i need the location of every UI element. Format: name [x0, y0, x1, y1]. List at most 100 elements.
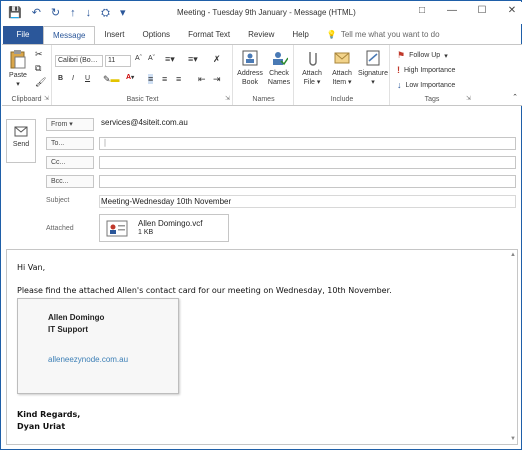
envelope-icon — [334, 52, 350, 64]
cut-icon[interactable]: ✂ — [35, 49, 43, 60]
font-color-icon[interactable]: A▾ — [126, 74, 134, 81]
flag-icon: ⚑ — [397, 50, 406, 60]
include-label: Include — [330, 96, 354, 103]
font-size-combo[interactable]: 11 — [105, 55, 131, 67]
low-importance-button[interactable]: ↓ Low Importance — [397, 80, 455, 90]
card-role: IT Support — [48, 325, 88, 334]
tags-launcher-icon[interactable]: ⇲ — [466, 95, 471, 102]
align-center-icon[interactable]: ≡ — [162, 74, 167, 84]
to-field-caret: ∣ — [103, 138, 107, 147]
bcc-button[interactable]: Bcc... — [46, 175, 94, 188]
down-arrow-icon[interactable]: ↓ — [86, 6, 92, 20]
body-scrollbar[interactable]: ▲ ▼ — [510, 252, 516, 442]
down-arrow-icon: ↓ — [397, 80, 402, 90]
from-value: services@4siteit.com.au — [101, 118, 188, 127]
follow-up-button[interactable]: ⚑ Follow Up ▾ — [397, 50, 448, 61]
tags-label: Tags — [424, 96, 440, 103]
basic-text-launcher-icon[interactable]: ⇲ — [225, 95, 230, 102]
include-group: Attach File ▾ Attach Item ▾ Signature ▾ I… — [295, 45, 390, 105]
scroll-down-icon[interactable]: ▼ — [510, 436, 516, 442]
tab-insert[interactable]: Insert — [95, 26, 133, 44]
clipboard-launcher-icon[interactable]: ⇲ — [44, 95, 49, 102]
attachment-chip[interactable]: Allen Domingo.vcf 1 KB — [99, 214, 229, 242]
check-names-button[interactable]: Check Names — [265, 49, 293, 87]
send-envelope-icon — [14, 126, 28, 137]
high-importance-button[interactable]: ! High Importance — [397, 65, 455, 75]
redo-icon[interactable]: ↻ — [51, 6, 60, 20]
more-icon[interactable]: ▾ — [120, 6, 126, 20]
close-icon[interactable]: ✕ — [506, 5, 518, 16]
send-button[interactable]: Send — [6, 119, 36, 163]
from-button[interactable]: From ▾ — [46, 118, 94, 131]
paste-icon — [10, 50, 26, 69]
grow-font-icon[interactable]: Aˆ — [135, 55, 142, 62]
tell-me-text: Tell me what you want to do — [340, 30, 440, 39]
minimize-icon[interactable]: — — [446, 5, 458, 16]
align-left-icon[interactable]: ≡ — [148, 74, 154, 84]
attached-label: Attached — [46, 225, 74, 232]
tab-options[interactable]: Options — [133, 26, 179, 44]
outlook-compose-window: 💾 ↶ ↻ ↑ ↓ ⛭ ▾ Meeting - Tuesday 9th Janu… — [0, 0, 522, 450]
tab-help[interactable]: Help — [283, 26, 317, 44]
business-card-image[interactable]: Allen Domingo IT Support alleneezynode.c… — [17, 298, 179, 394]
card-name: Allen Domingo — [48, 313, 105, 322]
to-field[interactable]: ∣ — [99, 137, 516, 150]
clear-formatting-icon[interactable]: ✗ — [213, 54, 221, 65]
tab-format-text[interactable]: Format Text — [179, 26, 239, 44]
greeting-text: Hi Van, — [17, 263, 46, 272]
bcc-field[interactable] — [99, 175, 516, 188]
card-website: alleneezynode.com.au — [48, 355, 129, 364]
address-book-button[interactable]: Address Book — [236, 49, 264, 87]
basic-text-label: Basic Text — [126, 96, 159, 103]
cc-field[interactable] — [99, 156, 516, 169]
signature-button[interactable]: Signature ▾ — [357, 49, 389, 87]
basic-text-group: Calibri (Bo… 11 Aˆ Aˇ ≡▾ ≡▾ ✗ B I U ✎▬ A… — [53, 45, 233, 105]
up-arrow-icon[interactable]: ↑ — [70, 6, 76, 20]
increase-indent-icon[interactable]: ⇥ — [213, 74, 221, 85]
quick-access-toolbar: 💾 ↶ ↻ ↑ ↓ ⛭ ▾ — [8, 6, 125, 20]
underline-icon[interactable]: U — [85, 75, 90, 82]
tab-review[interactable]: Review — [239, 26, 283, 44]
sign-off-text: Kind Regards, — [17, 410, 81, 419]
cc-button[interactable]: Cc... — [46, 156, 94, 169]
highlight-icon[interactable]: ✎▬ — [103, 74, 120, 85]
check-names-icon — [273, 52, 288, 66]
message-text: Please find the attached Allen's contact… — [17, 286, 392, 295]
subject-label: Subject — [46, 197, 70, 204]
clipboard-group: Paste ▾ ✂ ⧉ 🖌 Clipboard ⇲ — [2, 45, 52, 105]
message-body[interactable]: Hi Van, Please find the attached Allen's… — [6, 249, 518, 445]
format-painter-icon[interactable]: 🖌 — [35, 77, 46, 88]
italic-icon[interactable]: I — [72, 75, 74, 82]
paperclip-icon — [309, 52, 317, 66]
attach-icon[interactable]: ⛭ — [101, 6, 110, 20]
tab-file[interactable]: File — [3, 26, 43, 44]
collapse-ribbon-icon[interactable]: ⌃ — [512, 93, 518, 101]
names-label: Names — [252, 96, 275, 103]
bold-icon[interactable]: B — [58, 75, 63, 82]
tell-me-box[interactable]: 💡 Tell me what you want to do — [318, 26, 449, 44]
bullets-icon[interactable]: ≡▾ — [165, 54, 175, 65]
ribbon-tabs: File Message Insert Options Format Text … — [2, 26, 522, 44]
restore-down-icon[interactable]: □ — [416, 5, 428, 16]
attachment-name: Allen Domingo.vcf — [138, 219, 203, 228]
save-icon[interactable]: 💾 — [8, 6, 22, 20]
numbering-icon[interactable]: ≡▾ — [188, 54, 198, 65]
tab-message[interactable]: Message — [43, 26, 96, 44]
copy-icon[interactable]: ⧉ — [35, 63, 41, 74]
maximize-icon[interactable]: ☐ — [476, 5, 488, 16]
signature-icon — [366, 50, 380, 66]
scroll-up-icon[interactable]: ▲ — [510, 252, 516, 258]
vcard-icon — [106, 220, 128, 237]
undo-icon[interactable]: ↶ — [32, 6, 41, 20]
paste-button[interactable]: Paste ▾ — [6, 49, 30, 89]
attach-file-button[interactable]: Attach File ▾ — [298, 49, 326, 87]
font-name-combo[interactable]: Calibri (Bo… — [55, 55, 103, 67]
ribbon: Paste ▾ ✂ ⧉ 🖌 Clipboard ⇲ Calibri (Bo… 11… — [2, 44, 522, 106]
attachment-size: 1 KB — [138, 229, 154, 236]
shrink-font-icon[interactable]: Aˇ — [148, 55, 155, 62]
title-bar: 💾 ↶ ↻ ↑ ↓ ⛭ ▾ Meeting - Tuesday 9th Janu… — [2, 2, 522, 24]
to-button[interactable]: To... — [46, 137, 94, 150]
attach-item-button[interactable]: Attach Item ▾ — [328, 49, 356, 87]
align-right-icon[interactable]: ≡ — [176, 74, 181, 84]
decrease-indent-icon[interactable]: ⇤ — [198, 74, 206, 85]
